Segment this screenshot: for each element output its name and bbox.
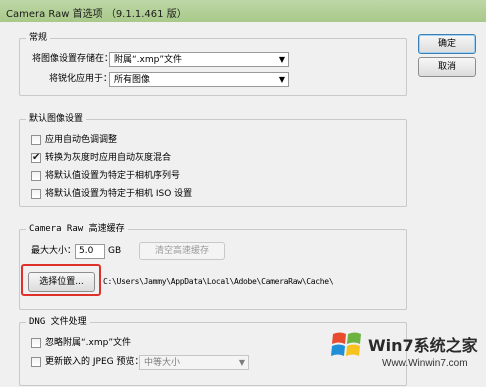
defaults-legend: 默认图像设置 bbox=[26, 113, 87, 125]
preview-size-select[interactable]: 中等大小 ▼ bbox=[139, 355, 249, 370]
auto-grayscale-checkbox[interactable]: ✔ bbox=[31, 152, 41, 163]
dialog-client: 确定 取消 常规 将图像设置存储在： 附属“.xmp”文件 ▼ 将锐化应用于： … bbox=[0, 22, 486, 387]
sharpen-value: 所有图像 bbox=[114, 75, 151, 85]
title-bar: Camera Raw 首选项 （9.1.1.461 版） bbox=[0, 0, 486, 22]
save-settings-value: 附属“.xmp”文件 bbox=[114, 55, 182, 65]
max-size-input[interactable]: 5.0 bbox=[75, 244, 105, 259]
purge-cache-button[interactable]: 清空高速缓存 bbox=[139, 242, 225, 260]
general-legend: 常规 bbox=[26, 32, 51, 44]
max-size-label: 最大大小： bbox=[31, 246, 77, 256]
cache-legend: Camera Raw 高速缓存 bbox=[26, 223, 128, 235]
sharpen-label: 将锐化应用于： bbox=[49, 74, 113, 84]
chevron-down-icon: ▼ bbox=[238, 358, 245, 367]
watermark-brand: Win7系统之家 bbox=[368, 336, 478, 355]
serial-defaults-checkbox[interactable] bbox=[31, 171, 41, 181]
defaults-group: 默认图像设置 应用自动色调调整 ✔ 转换为灰度时应用自动灰度混合 将默认值设置为… bbox=[19, 113, 407, 207]
cache-path: C:\Users\Jammy\AppData\Local\Adobe\Camer… bbox=[103, 277, 334, 286]
watermark-url: Www.Winwin7.com bbox=[382, 358, 468, 369]
dng-legend: DNG 文件处理 bbox=[26, 316, 90, 328]
windows-logo-icon bbox=[331, 332, 361, 356]
size-unit: GB bbox=[108, 246, 122, 256]
sharpen-select[interactable]: 所有图像 ▼ bbox=[109, 72, 289, 87]
preview-size-value: 中等大小 bbox=[144, 358, 181, 368]
window-title: Camera Raw 首选项 （9.1.1.461 版） bbox=[6, 9, 187, 20]
ok-button[interactable]: 确定 bbox=[418, 34, 476, 54]
cancel-button[interactable]: 取消 bbox=[418, 57, 476, 77]
auto-tone-label: 应用自动色调调整 bbox=[45, 135, 118, 145]
chevron-down-icon: ▼ bbox=[278, 55, 285, 64]
iso-defaults-checkbox[interactable] bbox=[31, 189, 41, 199]
general-group: 常规 将图像设置存储在： 附属“.xmp”文件 ▼ 将锐化应用于： 所有图像 ▼ bbox=[19, 32, 407, 96]
watermark: Win7系统之家 Www.Winwin7.com bbox=[330, 322, 486, 387]
save-settings-select[interactable]: 附属“.xmp”文件 ▼ bbox=[109, 52, 289, 67]
checkmark-icon: ✔ bbox=[32, 152, 41, 163]
update-jpeg-label: 更新嵌入的 JPEG 预览： bbox=[45, 357, 144, 367]
save-settings-label: 将图像设置存储在： bbox=[32, 54, 114, 64]
ignore-sidecar-label: 忽略附属“.xmp”文件 bbox=[45, 338, 131, 348]
iso-defaults-label: 将默认值设置为特定于相机 ISO 设置 bbox=[45, 189, 193, 199]
ignore-sidecar-checkbox[interactable] bbox=[31, 338, 41, 348]
serial-defaults-label: 将默认值设置为特定于相机序列号 bbox=[45, 171, 181, 181]
highlight-box bbox=[21, 264, 101, 296]
update-jpeg-checkbox[interactable] bbox=[31, 357, 41, 367]
chevron-down-icon: ▼ bbox=[278, 75, 285, 84]
auto-tone-checkbox[interactable] bbox=[31, 135, 41, 145]
auto-grayscale-label: 转换为灰度时应用自动灰度混合 bbox=[45, 153, 172, 163]
